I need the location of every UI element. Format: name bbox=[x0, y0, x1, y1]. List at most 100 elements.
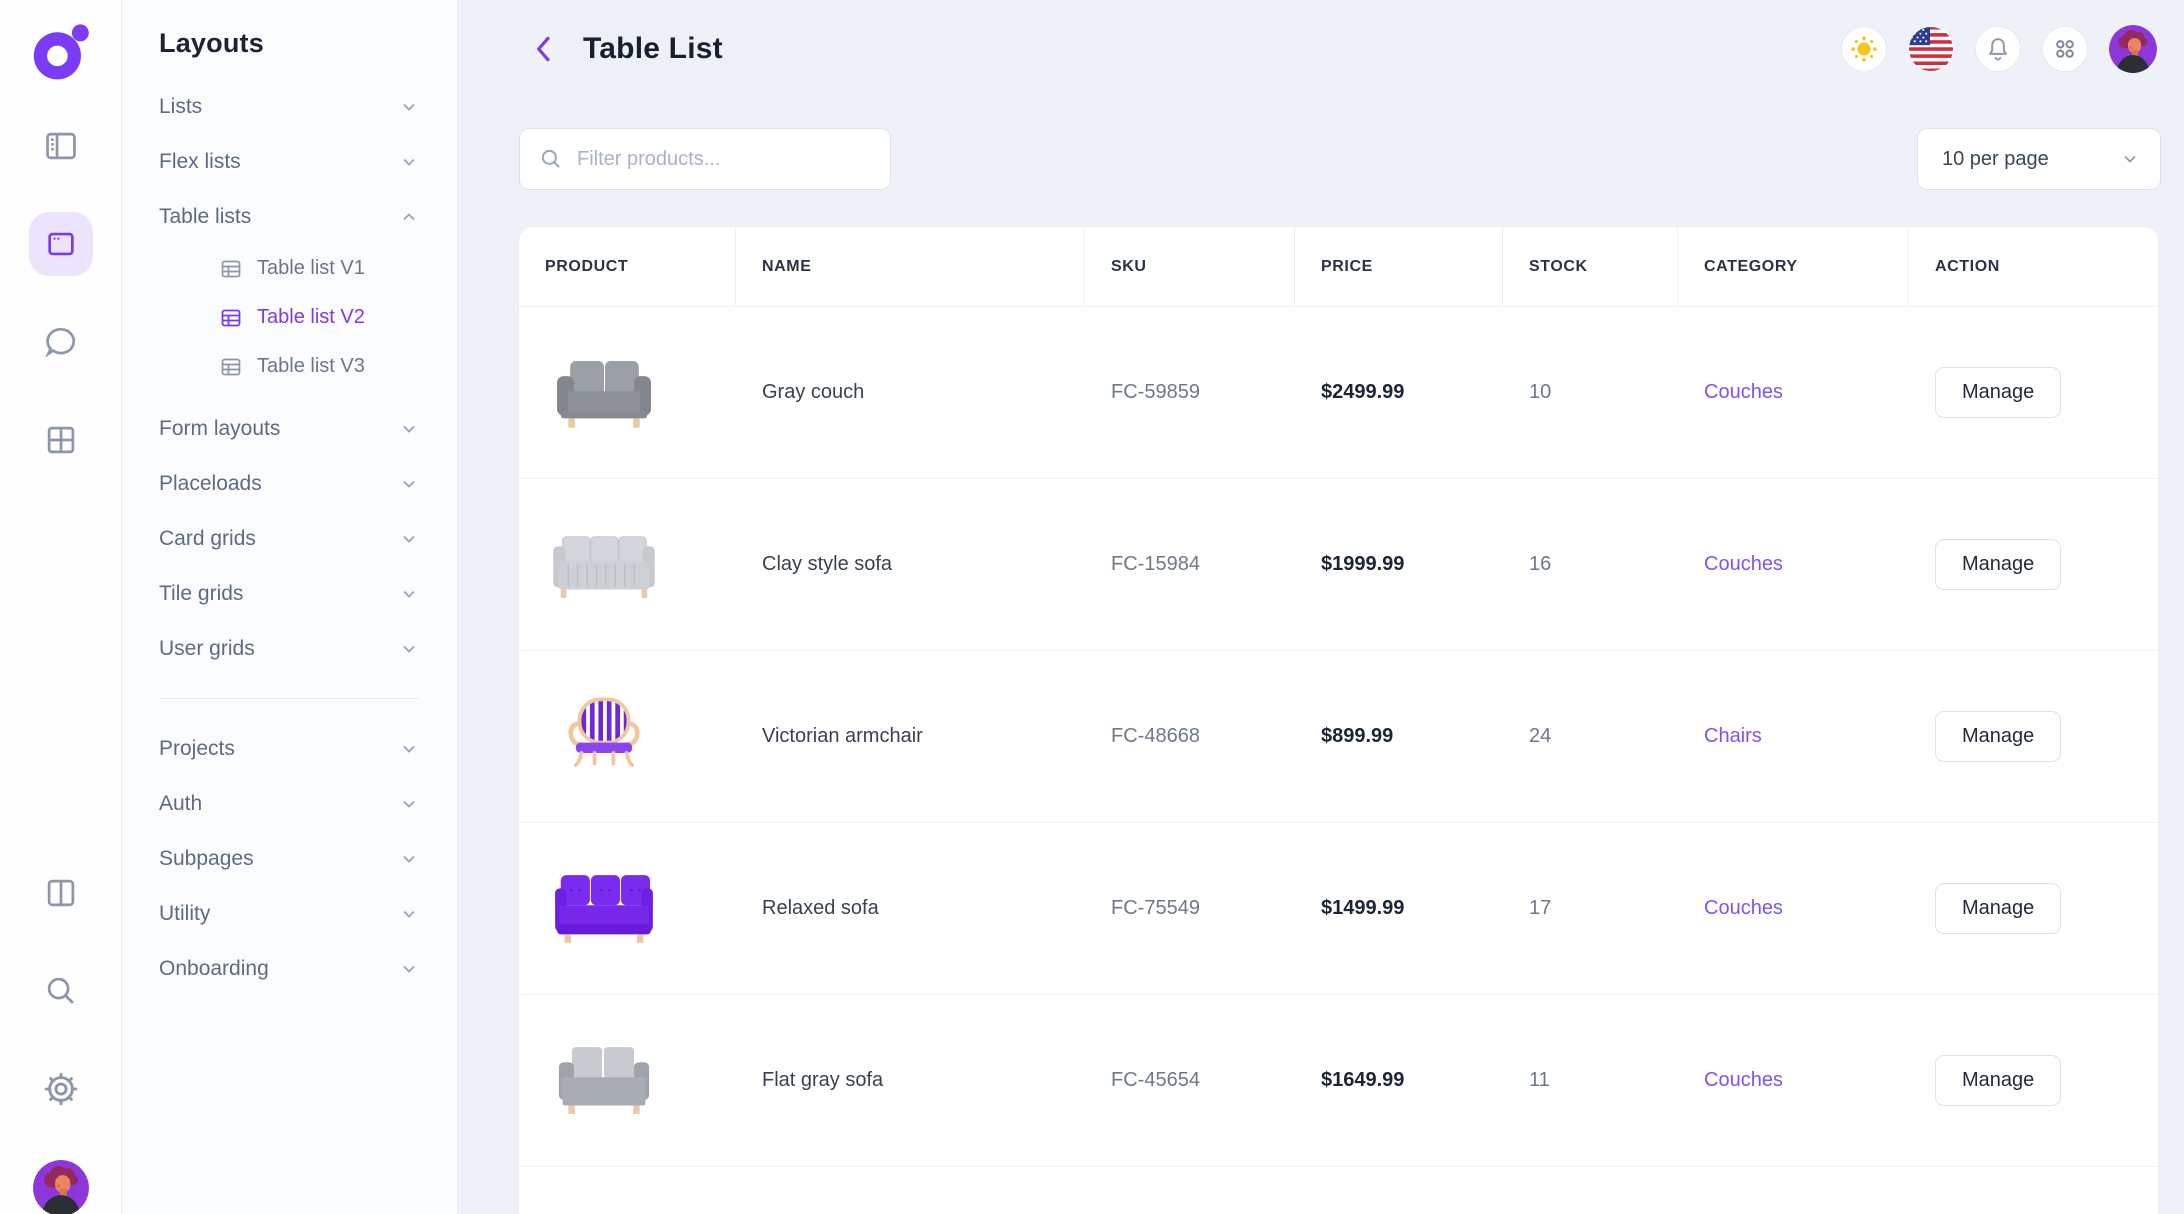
sidebar-item-utility[interactable]: Utility bbox=[159, 886, 419, 941]
chevron-up-icon bbox=[399, 207, 419, 227]
sidebar-item-label: Table list V3 bbox=[257, 355, 365, 378]
manage-button[interactable]: Manage bbox=[1935, 539, 2061, 590]
sidebar-item-card-grids[interactable]: Card grids bbox=[159, 511, 419, 566]
sidebar-item-placeloads[interactable]: Placeloads bbox=[159, 456, 419, 511]
sidebar-item-label: Placeloads bbox=[159, 472, 262, 496]
product-stock: 11 bbox=[1529, 1069, 1550, 1092]
chevron-down-icon bbox=[399, 97, 419, 117]
product-name: Clay style sofa bbox=[762, 553, 892, 576]
notifications-button[interactable] bbox=[1975, 26, 2021, 72]
sidebar-item-table-list-v3[interactable]: Table list V3 bbox=[159, 342, 419, 391]
sidebar-item-tile-grids[interactable]: Tile grids bbox=[159, 566, 419, 621]
apps-button[interactable] bbox=[2042, 26, 2088, 72]
user-avatar-button[interactable] bbox=[2109, 25, 2157, 73]
chevron-down-icon bbox=[399, 794, 419, 814]
back-button[interactable] bbox=[527, 27, 561, 71]
manage-button[interactable]: Manage bbox=[1935, 367, 2061, 418]
product-price: $2499.99 bbox=[1321, 381, 1404, 404]
sun-icon bbox=[1849, 34, 1879, 64]
sidebar-item-label: Table list V2 bbox=[257, 306, 365, 329]
manage-button[interactable]: Manage bbox=[1935, 1055, 2061, 1106]
manage-button[interactable]: Manage bbox=[1935, 711, 2061, 762]
chevron-down-icon bbox=[399, 584, 419, 604]
chevron-left-icon bbox=[531, 33, 557, 65]
page-title: Table List bbox=[583, 32, 723, 66]
per-page-select[interactable]: 10 per page bbox=[1917, 128, 2161, 190]
grid-2x2-icon bbox=[42, 421, 80, 459]
product-image-gray-couch bbox=[546, 346, 662, 440]
sidebar-item-label: Projects bbox=[159, 737, 235, 761]
chevron-down-icon bbox=[399, 959, 419, 979]
sidebar-item-table-list-v2[interactable]: Table list V2 bbox=[159, 293, 419, 342]
rail-item-chat[interactable] bbox=[0, 319, 122, 365]
sidebar-item-label: Utility bbox=[159, 902, 210, 926]
table-row: Flat gray sofa FC-45654 $1649.99 11 Couc… bbox=[519, 995, 2158, 1167]
sidebar-divider bbox=[159, 698, 419, 699]
products-table: PRODUCT NAME SKU PRICE STOCK CATEGORY AC… bbox=[519, 227, 2158, 1214]
category-link[interactable]: Couches bbox=[1704, 897, 1783, 920]
category-link[interactable]: Chairs bbox=[1704, 725, 1762, 748]
main-content: Table List bbox=[458, 0, 2184, 1214]
rail-item-panel[interactable] bbox=[0, 123, 122, 169]
sidebar-title: Layouts bbox=[159, 28, 419, 59]
avatar-illustration bbox=[33, 1160, 89, 1214]
category-link[interactable]: Couches bbox=[1704, 381, 1783, 404]
sidebar-item-label: Table list V1 bbox=[257, 257, 365, 280]
product-sku: FC-75549 bbox=[1111, 897, 1200, 920]
chevron-down-icon bbox=[399, 152, 419, 172]
product-stock: 24 bbox=[1529, 725, 1551, 748]
table-row: Clay style sofa FC-15984 $1999.99 16 Cou… bbox=[519, 479, 2158, 651]
rail-item-settings[interactable] bbox=[0, 1066, 122, 1112]
product-stock: 10 bbox=[1529, 381, 1551, 404]
sidebar-item-projects[interactable]: Projects bbox=[159, 721, 419, 776]
sidebar-item-label: Form layouts bbox=[159, 417, 280, 441]
column-header-stock: STOCK bbox=[1503, 227, 1678, 306]
rail-item-search[interactable] bbox=[0, 968, 122, 1014]
sidebar-item-user-grids[interactable]: User grids bbox=[159, 621, 419, 676]
product-stock: 17 bbox=[1529, 897, 1551, 920]
sidebar-item-table-lists[interactable]: Table lists bbox=[159, 189, 419, 244]
product-sku: FC-45654 bbox=[1111, 1069, 1200, 1092]
sidebar-item-subpages[interactable]: Subpages bbox=[159, 831, 419, 886]
rail-item-columns[interactable] bbox=[0, 870, 122, 916]
sidebar-item-table-list-v1[interactable]: Table list V1 bbox=[159, 244, 419, 293]
manage-button[interactable]: Manage bbox=[1935, 883, 2061, 934]
category-link[interactable]: Couches bbox=[1704, 1069, 1783, 1092]
sidebar-item-label: Table lists bbox=[159, 205, 251, 229]
sidebar-item-onboarding[interactable]: Onboarding bbox=[159, 941, 419, 996]
rail-item-layouts-active[interactable] bbox=[0, 212, 122, 276]
sidebar-panel-icon bbox=[42, 127, 80, 165]
product-sku: FC-15984 bbox=[1111, 553, 1200, 576]
chevron-down-icon bbox=[399, 904, 419, 924]
sidebar-item-label: Lists bbox=[159, 95, 202, 119]
filter-products-input[interactable] bbox=[577, 148, 872, 171]
rail-item-grid[interactable] bbox=[0, 417, 122, 463]
theme-toggle-button[interactable] bbox=[1841, 26, 1887, 72]
category-link[interactable]: Couches bbox=[1704, 553, 1783, 576]
chevron-down-icon bbox=[399, 474, 419, 494]
icon-rail bbox=[0, 0, 122, 1214]
column-header-name: NAME bbox=[736, 227, 1085, 306]
rail-user-avatar[interactable] bbox=[0, 1160, 122, 1214]
product-image-victorian-armchair bbox=[546, 690, 662, 784]
sidebar-item-form-layouts[interactable]: Form layouts bbox=[159, 401, 419, 456]
brand-logo[interactable] bbox=[0, 18, 122, 84]
filter-products-field bbox=[519, 128, 891, 190]
chat-bubble-icon bbox=[42, 323, 80, 361]
table-icon bbox=[219, 355, 243, 379]
sidebar-item-label: Tile grids bbox=[159, 582, 243, 606]
language-button[interactable] bbox=[1908, 26, 1954, 72]
window-icon bbox=[44, 227, 78, 261]
chevron-down-icon bbox=[399, 529, 419, 549]
table-row: Relaxed sofa FC-75549 $1499.99 17 Couche… bbox=[519, 823, 2158, 995]
product-image-clay-style-sofa bbox=[546, 518, 662, 612]
sidebar-item-auth[interactable]: Auth bbox=[159, 776, 419, 831]
chevron-down-icon bbox=[399, 849, 419, 869]
sidebar-item-flex-lists[interactable]: Flex lists bbox=[159, 134, 419, 189]
product-image-relaxed-sofa bbox=[546, 862, 662, 956]
product-price: $899.99 bbox=[1321, 725, 1393, 748]
sidebar-item-label: User grids bbox=[159, 637, 255, 661]
sidebar-item-label: Card grids bbox=[159, 527, 256, 551]
sidebar-item-lists[interactable]: Lists bbox=[159, 79, 419, 134]
product-price: $1649.99 bbox=[1321, 1069, 1404, 1092]
